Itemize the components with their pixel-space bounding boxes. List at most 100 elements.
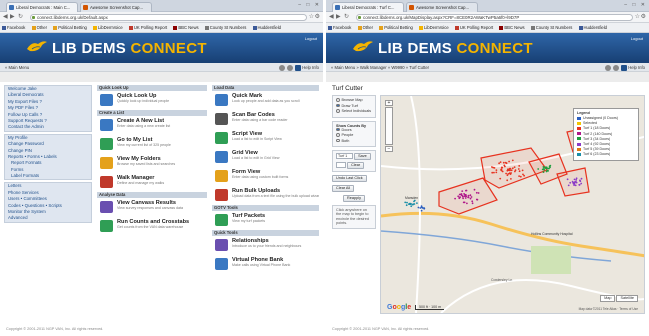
zoom-slider[interactable]	[385, 107, 393, 145]
logout-link[interactable]: Logout	[631, 36, 643, 41]
sidebar-item[interactable]: Label Formats	[5, 173, 91, 179]
star-icon[interactable]: ☆	[635, 14, 640, 21]
bookmark-item[interactable]: County St Numbers	[530, 23, 572, 32]
tool-link[interactable]: Go to My List View my current list of 325…	[97, 135, 207, 154]
wrench-icon[interactable]: ⚙	[641, 14, 646, 21]
help-link[interactable]: Help Info	[628, 65, 645, 70]
back-icon[interactable]: ◀	[329, 14, 334, 21]
help-icon[interactable]	[621, 64, 628, 71]
menu-group: Letters Phone Services Users • Committees C…	[4, 182, 92, 223]
tool-link[interactable]: Virtual Phone Bank Make calls using Virtu…	[212, 255, 319, 274]
radio-option[interactable]: Select Individuals	[336, 109, 372, 115]
browser-tab[interactable]: Awesome Screenshot Cap...	[80, 2, 152, 12]
turf-name-input[interactable]: Turf 1	[336, 153, 353, 159]
zoom-out-button[interactable]: −	[385, 146, 393, 152]
breadcrumb-trail[interactable]: « Main Menu » Walk Manager » W9990 » Tur…	[331, 65, 429, 70]
tool-link[interactable]: Turf Packets View my turf packets	[212, 211, 319, 230]
star-icon[interactable]: ☆	[309, 14, 314, 21]
legend-swatch-icon	[577, 121, 581, 125]
bookmark-item[interactable]: UK Polling Report	[454, 23, 493, 32]
tool-link[interactable]: Form View Enter data using custom built f…	[212, 167, 319, 186]
browser-tab[interactable]: Awesome Screenshot Cap...	[406, 2, 478, 12]
browser-tab-active[interactable]: Liberal Democrats : Main C...	[6, 2, 78, 12]
turf-select[interactable]	[336, 162, 346, 168]
tool-link[interactable]: Run Counts and Crosstabs Get counts from …	[97, 217, 207, 236]
tool-description: Enter data using custom built forms	[232, 175, 289, 179]
reapply-button[interactable]: Reapply	[343, 195, 365, 202]
bookmark-item[interactable]: County St Numbers	[204, 23, 246, 32]
site-logo[interactable]: LIB DEMS CONNECT	[52, 40, 207, 57]
bookmark-item[interactable]: Political Betting	[379, 23, 413, 32]
bookmark-item[interactable]: Other	[31, 23, 47, 32]
bookmark-item[interactable]: Facebook	[2, 23, 25, 32]
bookmark-item[interactable]: BBC News	[173, 23, 199, 32]
bookmark-item[interactable]: LibDemVoice	[93, 23, 123, 32]
tool-link[interactable]: View Canvass Results View survey response…	[97, 198, 207, 217]
reload-icon[interactable]: ↻	[344, 14, 349, 21]
door-point	[578, 183, 581, 186]
tool-link[interactable]: View My Folders Browse my saved lists and…	[97, 154, 207, 173]
tool-description: Make calls using Virtual Phone Bank	[232, 263, 291, 267]
door-point	[518, 175, 520, 177]
tool-icon	[215, 189, 228, 201]
home-icon[interactable]	[279, 64, 286, 71]
reload-icon[interactable]: ↻	[18, 14, 23, 21]
lock-icon	[358, 16, 361, 19]
breadcrumb-main-menu[interactable]: « Main Menu	[5, 65, 29, 70]
satellite-button[interactable]: Satellite	[616, 295, 638, 302]
lock-icon	[32, 16, 35, 19]
door-point	[579, 180, 582, 183]
undo-last-click-button[interactable]: Undo Last Click	[332, 175, 367, 182]
zoom-in-button[interactable]: +	[385, 100, 393, 106]
door-point	[543, 167, 545, 169]
url-input[interactable]: connect.libdems.org.uk/Default.aspx	[30, 14, 307, 21]
site-logo[interactable]: LIB DEMS CONNECT	[378, 40, 533, 57]
door-point	[470, 196, 473, 198]
window-controls[interactable]: – □ ✕	[624, 2, 647, 8]
clear-button[interactable]: Clear	[347, 162, 365, 169]
tool-link[interactable]: Create A New List Enter data using a new …	[97, 116, 207, 135]
door-point	[471, 202, 474, 205]
map-zoom-control[interactable]: + −	[385, 100, 393, 153]
door-point	[410, 205, 413, 208]
bookmark-item[interactable]: Other	[357, 23, 373, 32]
bookmark-item[interactable]: Political Betting	[53, 23, 87, 32]
tool-link[interactable]: Quick Look Up Quickly look up individual …	[97, 91, 207, 110]
tool-link[interactable]: Run Bulk Uploads Upload data from a text …	[212, 186, 319, 205]
logout-link[interactable]: Logout	[305, 36, 317, 41]
back-icon[interactable]: ◀	[3, 14, 8, 21]
bookmark-item[interactable]: LibDemVoice	[419, 23, 449, 32]
tool-link[interactable]: Script View Load a list to edit in Script…	[212, 129, 319, 148]
map-button[interactable]: Map	[600, 295, 616, 302]
home-icon[interactable]	[605, 64, 612, 71]
radio-option[interactable]: Both	[336, 139, 372, 145]
settings-icon[interactable]	[613, 64, 620, 71]
bookmark-item[interactable]: Facebook	[328, 23, 351, 32]
tool-link[interactable]: Grid View Load a list to edit in Grid Vie…	[212, 148, 319, 167]
map-canvas[interactable]: + − MapSatelliteHybrid Legend Unassigned…	[380, 95, 645, 314]
settings-icon[interactable]	[287, 64, 294, 71]
wrench-icon[interactable]: ⚙	[315, 14, 320, 21]
help-link[interactable]: Help Info	[302, 65, 319, 70]
sidebar-item[interactable]: Advanced	[5, 215, 91, 221]
save-button[interactable]: Save	[354, 153, 371, 160]
door-point	[514, 170, 516, 173]
bookmark-item[interactable]: BBC News	[499, 23, 525, 32]
tool-link[interactable]: Scan Bar Codes Enter data using a bar cod…	[212, 110, 319, 129]
browser-tab-active[interactable]: Liberal Democrats : Turf C...	[332, 2, 404, 12]
window-controls[interactable]: – □ ✕	[298, 2, 321, 8]
tool-link[interactable]: Relationships Introduce us to your friend…	[212, 236, 319, 255]
sidebar-item[interactable]: Contact the Admin	[5, 124, 91, 130]
door-point	[473, 188, 476, 191]
tool-link[interactable]: Walk Manager Define and manage my walks	[97, 173, 207, 192]
bookmark-item[interactable]: Huddersfield	[578, 23, 607, 32]
clear-all-button[interactable]: Clear All	[332, 185, 355, 192]
bookmark-item[interactable]: UK Polling Report	[128, 23, 167, 32]
forward-icon[interactable]: ▶	[10, 14, 15, 21]
tool-link[interactable]: Quick Mark Look up people and add data as…	[212, 91, 319, 110]
forward-icon[interactable]: ▶	[336, 14, 341, 21]
url-input[interactable]: connect.libdems.org.uk/MapDisplay.aspx?C…	[356, 14, 633, 21]
door-point	[412, 203, 415, 206]
help-icon[interactable]	[295, 64, 302, 71]
bookmark-item[interactable]: Huddersfield	[252, 23, 281, 32]
